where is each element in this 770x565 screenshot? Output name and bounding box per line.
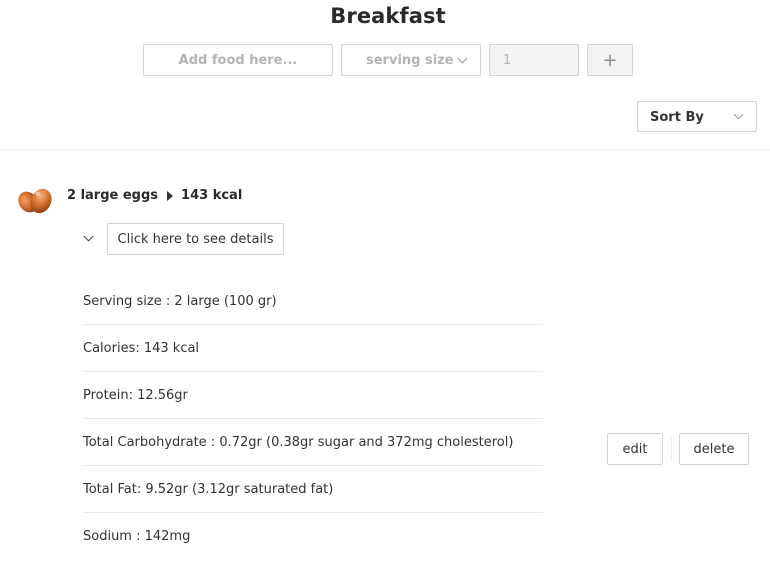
see-details-button[interactable]: Click here to see details — [107, 223, 284, 255]
chevron-down-icon[interactable] — [83, 231, 94, 242]
detail-protein: Protein: 12.56gr — [83, 372, 543, 419]
edit-button[interactable]: edit — [607, 433, 663, 465]
plus-icon: + — [602, 49, 618, 71]
meal-page: Breakfast serving size 1 + Sort By — [0, 0, 770, 565]
detail-serving-size: Serving size : 2 large (100 gr) — [83, 278, 543, 325]
detail-carbohydrate: Total Carbohydrate : 0.72gr (0.38gr suga… — [83, 419, 543, 466]
chevron-down-icon — [733, 109, 744, 120]
delete-button[interactable]: delete — [679, 433, 749, 465]
sort-by-select[interactable]: Sort By — [637, 101, 757, 132]
divider — [671, 437, 672, 461]
food-calories: 143 kcal — [181, 188, 243, 203]
caret-right-icon — [167, 190, 174, 201]
food-entry-summary: 2 large eggs 143 kcal — [67, 188, 242, 203]
quantity-input[interactable]: 1 — [489, 44, 579, 76]
chevron-down-icon — [457, 53, 468, 64]
eggs-icon — [18, 188, 52, 214]
add-food-button[interactable]: + — [587, 44, 633, 76]
page-title: Breakfast — [330, 4, 446, 28]
detail-calories: Calories: 143 kcal — [83, 325, 543, 372]
food-search-input[interactable] — [143, 44, 333, 76]
divider — [0, 149, 770, 150]
detail-fat: Total Fat: 9.52gr (3.12gr saturated fat) — [83, 466, 543, 513]
sort-by-label: Sort By — [650, 110, 704, 125]
quantity-value: 1 — [503, 52, 512, 68]
nutrition-details: Serving size : 2 large (100 gr) Calories… — [83, 278, 543, 560]
food-name: 2 large eggs — [67, 188, 159, 203]
detail-sodium: Sodium : 142mg — [83, 529, 191, 544]
serving-size-select[interactable]: serving size — [341, 44, 481, 76]
serving-size-label: serving size — [366, 53, 454, 68]
